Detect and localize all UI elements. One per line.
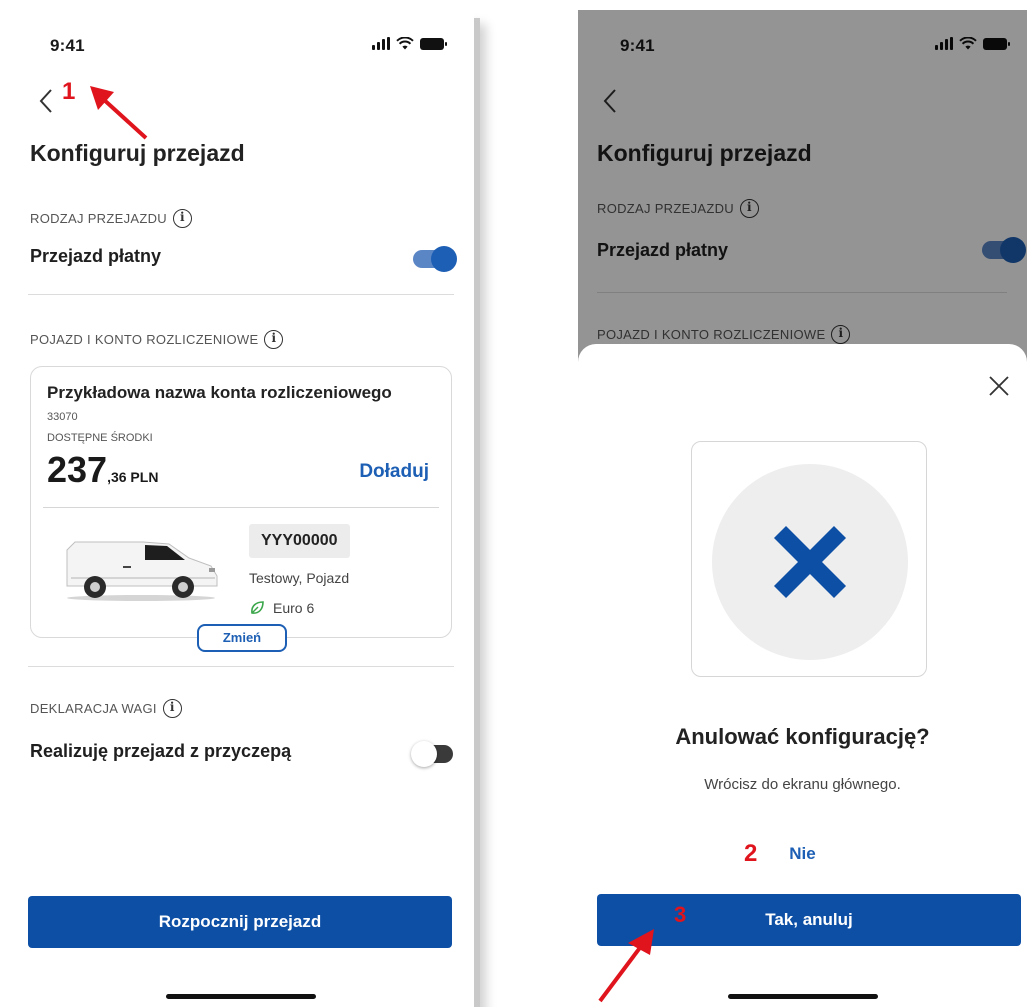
home-indicator [727,994,878,999]
close-icon[interactable] [987,374,1011,398]
funds-label: DOSTĘPNE ŚRODKI [47,432,153,444]
emission-label: Euro 6 [273,600,315,616]
leaf-icon [251,601,264,614]
annotation-arrow-3 [598,929,654,1003]
cross-icon [773,525,847,599]
dialog-subtitle: Wrócisz do ekranu głównego. [704,776,901,793]
paid-ride-toggle[interactable] [413,246,457,272]
vehicle-name: Testowy, Pojazd [249,570,350,586]
annotation-3: 3 [674,902,687,927]
annotation-2: 2 [744,840,758,867]
emission-class: Euro 6 [249,600,314,616]
balance-fraction: ,36 PLN [107,469,159,485]
no-button[interactable]: Nie [578,844,1027,864]
config-screen: 9:41 Konfiguruj przejazd RODZAJ PRZEJAZD… [8,10,474,1007]
dialog-illustration [691,441,927,677]
change-vehicle-button[interactable]: Zmień [197,624,287,652]
weight-section: DEKLARACJA WAGI i [30,699,182,718]
account-number: 33070 [47,411,78,423]
illustration-circle [712,464,908,660]
vehicle-section-label: POJAZD I KONTO ROZLICZENIOWE [30,332,259,347]
ride-type-section: RODZAJ PRZEJAZDU i [30,209,192,228]
divider [28,294,454,295]
page-title: Konfiguruj przejazd [30,140,245,166]
home-indicator [166,994,316,999]
wifi-icon [396,37,414,50]
annotation-1: 1 [62,78,76,105]
bottom-sheet: Anulować konfigurację? Wrócisz do ekranu… [578,344,1027,1007]
signal-icon [372,37,390,50]
battery-icon [420,37,447,50]
status-bar: 9:41 [8,10,474,70]
info-icon[interactable]: i [264,330,284,349]
trailer-label: Realizuję przejazd z przyczepą [30,741,292,761]
trailer-toggle[interactable] [411,741,453,767]
info-icon[interactable]: i [172,209,192,228]
topup-link[interactable]: Doładuj [359,461,429,483]
weight-section-label: DEKLARACJA WAGI [30,701,157,716]
ride-type-label: RODZAJ PRZEJAZDU [30,211,167,226]
license-plate: YYY00000 [249,524,350,558]
start-ride-button[interactable]: Rozpocznij przejazd [28,896,452,948]
status-icons [372,37,447,50]
info-icon[interactable]: i [162,699,182,718]
vehicle-section: POJAZD I KONTO ROZLICZENIOWE i [30,330,284,349]
account-vehicle-card: Przykładowa nazwa konta rozliczeniowego … [30,366,452,652]
balance-amount: 237,36 PLN [47,449,158,491]
card-divider [43,507,439,508]
cancel-dialog-screen: 9:41 Konfiguruj przejazd RODZAJ PRZEJAZD… [578,10,1027,1007]
back-chevron-icon[interactable] [34,86,60,116]
balance-integer: 237 [47,449,108,490]
status-time: 9:41 [50,36,85,55]
van-image [66,541,218,601]
paid-ride-label: Przejazd płatny [30,246,162,266]
annotation-arrow-1 [90,86,148,140]
account-name: Przykładowa nazwa konta rozliczeniowego [47,383,392,402]
divider [28,666,454,667]
dialog-title: Anulować konfigurację? [675,724,930,749]
